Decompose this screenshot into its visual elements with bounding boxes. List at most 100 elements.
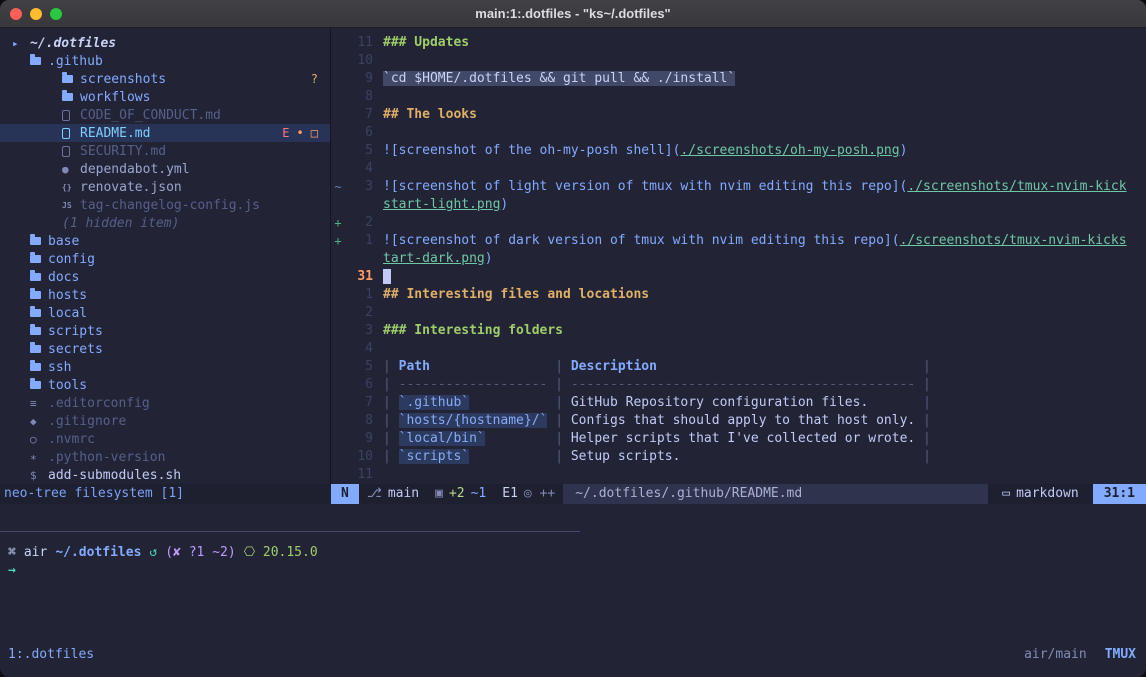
editor-line[interactable]: 10| `scripts` | Setup scripts. | (331, 448, 1146, 466)
tree-item-label: SECURITY.md (80, 144, 166, 159)
shell-input-line[interactable]: → (8, 562, 1146, 580)
syntax-span: `hosts/{hostname}/` (399, 413, 548, 428)
tree-item-renovate.json[interactable]: {}renovate.json (0, 178, 330, 196)
gutter-sign (331, 124, 345, 142)
tree-item-ssh[interactable]: ssh (0, 358, 330, 376)
syntax-span: | ------------------- | ----------------… (383, 377, 931, 392)
editor-line[interactable]: 1## Interesting files and locations (331, 286, 1146, 304)
tree-item-readme.md[interactable]: README.mdE•□ (0, 124, 330, 142)
tree-item-.dotfiles[interactable]: ▸~/.dotfiles (0, 34, 330, 52)
terminal-pane[interactable]: ⌘air~/.dotfiles↺(✘ ?1 ~2)⎔ 20.15.0 → (0, 532, 1146, 640)
git-diff-segment: ▣ +2 ~1 (427, 484, 494, 504)
gutter-sign (331, 322, 345, 340)
editor-line[interactable]: 11### Updates (331, 34, 1146, 52)
editor-line[interactable]: 3### Interesting folders (331, 322, 1146, 340)
editor-line[interactable]: 6 (331, 124, 1146, 142)
tree-item-.nvmrc[interactable]: ○.nvmrc (0, 430, 330, 448)
editor-line[interactable]: 6| ------------------- | ---------------… (331, 376, 1146, 394)
line-text (373, 268, 391, 286)
editor-line[interactable]: 5| Path | Description | (331, 358, 1146, 376)
tree-item-label: screenshots (80, 72, 166, 87)
minimize-button[interactable] (30, 8, 42, 20)
gutter-sign (331, 70, 345, 88)
line-number: 2 (345, 214, 373, 232)
line-text: | Path | Description | (373, 358, 931, 376)
tree-item-security.md[interactable]: SECURITY.md (0, 142, 330, 160)
editor-line[interactable]: 5![screenshot of the oh-my-posh shell](.… (331, 142, 1146, 160)
tree-item-.github[interactable]: .github (0, 52, 330, 70)
tree-item-.python-version[interactable]: ∗.python-version (0, 448, 330, 466)
tree-item-1-hidden-item[interactable]: (1 hidden item) (0, 214, 330, 232)
editor-line[interactable]: 2 (331, 304, 1146, 322)
syntax-span: ## The looks (383, 107, 477, 122)
syntax-span: ) (500, 197, 508, 212)
syntax-span: ./screenshots/tmux-nvim-kick (907, 179, 1126, 194)
editor-line[interactable]: 7| `.github` | GitHub Repository configu… (331, 394, 1146, 412)
editor-buffer[interactable]: 11### Updates109`cd $HOME/.dotfiles && g… (331, 28, 1146, 484)
editor-line[interactable]: 8| `hosts/{hostname}/` | Configs that sh… (331, 412, 1146, 430)
tree-item-secrets[interactable]: secrets (0, 340, 330, 358)
tree-item-label: CODE_OF_CONDUCT.md (80, 108, 221, 123)
syntax-span: `cd $HOME/.dotfiles && git pull && ./ins… (383, 71, 735, 86)
editor-line[interactable]: 10 (331, 52, 1146, 70)
tree-item-scripts[interactable]: scripts (0, 322, 330, 340)
editor-line[interactable]: 9| `local/bin` | Helper scripts that I'v… (331, 430, 1146, 448)
tree-item-tag-changelog-config.js[interactable]: JStag-changelog-config.js (0, 196, 330, 214)
prompt-host: air (24, 545, 47, 560)
syntax-span: Path (399, 359, 430, 374)
tree-item-label: .nvmrc (48, 432, 95, 447)
neo-tree-sidebar[interactable]: ▸~/.dotfiles.githubscreenshots?workflows… (0, 28, 331, 484)
syntax-span: ![screenshot of dark version of tmux wit… (383, 233, 900, 248)
editor-line[interactable]: 7## The looks (331, 106, 1146, 124)
syntax-span: Setup scripts. (571, 449, 681, 464)
tree-item-code-of-conduct.md[interactable]: CODE_OF_CONDUCT.md (0, 106, 330, 124)
tree-item-.gitignore[interactable]: ◆.gitignore (0, 412, 330, 430)
branch-icon: ⎇ (367, 484, 382, 504)
syntax-span: | (383, 359, 399, 374)
tree-item-base[interactable]: base (0, 232, 330, 250)
line-number: 6 (345, 124, 373, 142)
close-button[interactable] (10, 8, 22, 20)
status-row: neo-tree filesystem [1] N ⎇ main ▣ +2 ~1… (0, 484, 1146, 504)
git-status-badges: E•□ (282, 126, 318, 140)
line-text: ![screenshot of dark version of tmux wit… (373, 232, 1127, 250)
editor-line[interactable]: +1![screenshot of dark version of tmux w… (331, 232, 1146, 250)
zoom-button[interactable] (50, 8, 62, 20)
line-text (373, 52, 383, 70)
editor-line[interactable]: 8 (331, 88, 1146, 106)
syntax-span: ) (485, 251, 493, 266)
folder-icon (30, 237, 48, 245)
tree-item-.editorconfig[interactable]: ≡.editorconfig (0, 394, 330, 412)
tree-item-docs[interactable]: docs (0, 268, 330, 286)
tree-item-label: secrets (48, 342, 103, 357)
editor-line[interactable]: 31 (331, 268, 1146, 286)
editor-line[interactable]: 11 (331, 466, 1146, 484)
status-badge: • (297, 126, 304, 140)
editor-line[interactable]: 9`cd $HOME/.dotfiles && git pull && ./in… (331, 70, 1146, 88)
line-number: 10 (345, 52, 373, 70)
editor-line[interactable]: 4 (331, 340, 1146, 358)
gutter-sign: + (331, 214, 345, 232)
tree-item-add-submodules.sh[interactable]: $add-submodules.sh (0, 466, 330, 484)
editor-line[interactable]: tart-dark.png) (331, 250, 1146, 268)
apple-icon: ⌘ (8, 545, 16, 560)
neo-tree-statusline: neo-tree filesystem [1] (0, 484, 331, 504)
folder-icon (30, 57, 48, 65)
tree-item-workflows[interactable]: workflows (0, 88, 330, 106)
line-number: 9 (345, 430, 373, 448)
tree-item-config[interactable]: config (0, 250, 330, 268)
tree-item-label: (1 hidden item) (62, 216, 179, 231)
editor-line[interactable]: ~3![screenshot of light version of tmux … (331, 178, 1146, 196)
tree-item-label: tools (48, 378, 87, 393)
tmux-window-label[interactable]: 1:.dotfiles (8, 647, 94, 662)
editor-line[interactable]: +2 (331, 214, 1146, 232)
tree-item-local[interactable]: local (0, 304, 330, 322)
tree-item-screenshots[interactable]: screenshots? (0, 70, 330, 88)
nvim-panes: ▸~/.dotfiles.githubscreenshots?workflows… (0, 28, 1146, 484)
editor-line[interactable]: 4 (331, 160, 1146, 178)
line-text: | `.github` | GitHub Repository configur… (373, 394, 931, 412)
tree-item-dependabot.yml[interactable]: ●dependabot.yml (0, 160, 330, 178)
tree-item-tools[interactable]: tools (0, 376, 330, 394)
editor-line[interactable]: start-light.png) (331, 196, 1146, 214)
tree-item-hosts[interactable]: hosts (0, 286, 330, 304)
